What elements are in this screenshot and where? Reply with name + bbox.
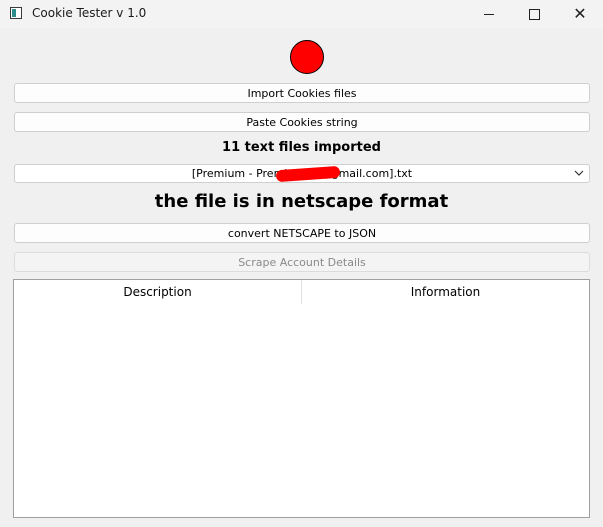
window-title: Cookie Tester v 1.0 xyxy=(32,6,147,20)
convert-json-button[interactable]: convert NETSCAPE to JSON xyxy=(14,223,590,243)
format-label: the file is in netscape format xyxy=(154,191,449,212)
import-cookies-button[interactable]: Import Cookies files xyxy=(14,83,590,103)
column-header-description[interactable]: Description xyxy=(14,280,302,304)
app-icon xyxy=(10,7,22,19)
scrape-account-button[interactable]: Scrape Account Details xyxy=(14,252,590,272)
close-icon: ✕ xyxy=(573,4,587,23)
minimize-icon xyxy=(484,13,494,15)
imported-count-label: 11 text files imported xyxy=(222,140,381,155)
maximize-button[interactable] xyxy=(511,0,557,28)
paste-cookies-button[interactable]: Paste Cookies string xyxy=(14,112,590,132)
chevron-down-icon xyxy=(573,166,585,180)
maximize-icon xyxy=(528,8,540,20)
details-table: Description Information xyxy=(13,279,590,518)
close-button[interactable]: ✕ xyxy=(557,0,603,28)
column-header-information[interactable]: Information xyxy=(302,280,589,304)
title-bar: Cookie Tester v 1.0 ✕ xyxy=(0,0,603,28)
minimize-button[interactable] xyxy=(466,0,512,28)
status-indicator xyxy=(290,40,324,74)
